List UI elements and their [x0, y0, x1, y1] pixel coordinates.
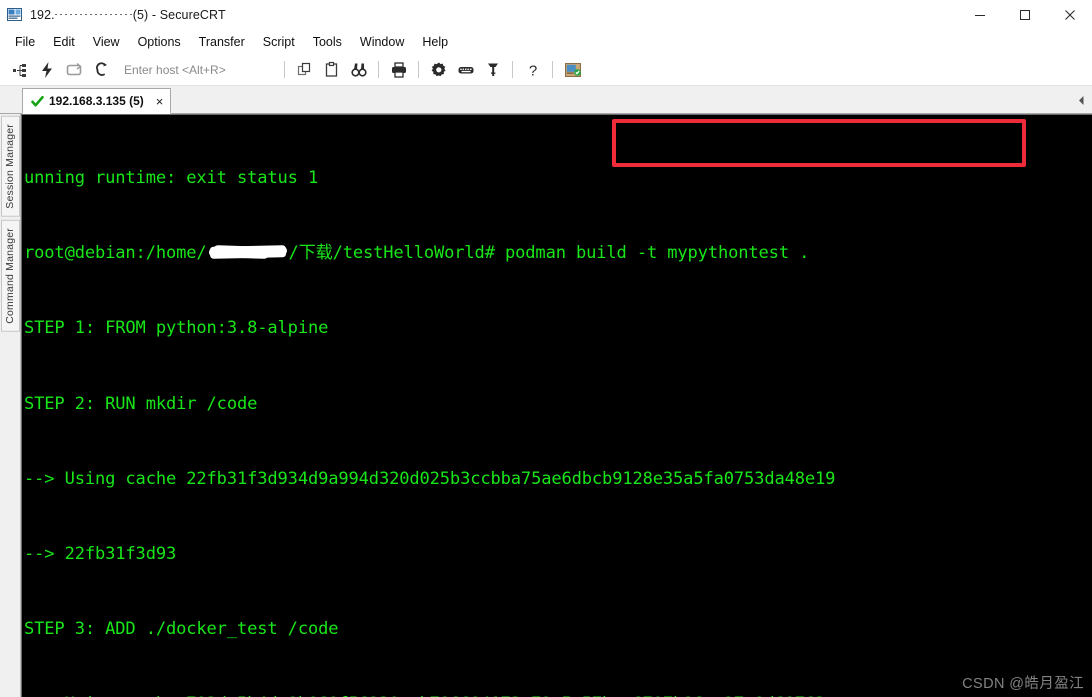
- menu-item-script[interactable]: Script: [254, 32, 304, 52]
- window-title: 192. (5) - SecureCRT: [30, 8, 226, 22]
- menu-item-transfer[interactable]: Transfer: [190, 32, 254, 52]
- reconnect-icon[interactable]: [61, 57, 86, 82]
- tab-close-icon[interactable]: ×: [156, 95, 164, 108]
- menu-item-edit[interactable]: Edit: [44, 32, 84, 52]
- terminal-line: STEP 2: RUN mkdir /code: [24, 393, 258, 414]
- disconnect-icon[interactable]: [88, 57, 113, 82]
- new-session-icon[interactable]: [7, 57, 32, 82]
- vertical-sidebar: Session Manager Command Manager: [0, 114, 21, 697]
- toolbar-separator-5: [552, 61, 553, 78]
- terminal-pane[interactable]: unning runtime: exit status 1 root@debia…: [21, 114, 1092, 697]
- menu-item-tools[interactable]: Tools: [304, 32, 351, 52]
- find-icon[interactable]: [346, 57, 371, 82]
- securecrt-icon: [7, 7, 23, 23]
- terminal-line: --> Using cache 22fb31f3d934d9a994d320d0…: [24, 468, 836, 489]
- terminal-line: STEP 1: FROM python:3.8-alpine: [24, 318, 329, 339]
- settings-gear-icon[interactable]: [426, 57, 451, 82]
- session-options-icon[interactable]: [560, 57, 585, 82]
- tab-192-168-3-135[interactable]: 192.168.3.135 (5) ×: [22, 88, 172, 114]
- prompt-user-path: root@debian:/home/: [24, 243, 207, 264]
- sidebar-item-session-manager[interactable]: Session Manager: [1, 116, 20, 217]
- tab-label: 192.168.3.135 (5): [49, 94, 144, 108]
- host-input[interactable]: Enter host <Alt+R>: [120, 60, 278, 80]
- window-title-prefix: 192.: [30, 8, 55, 22]
- window-controls: [957, 0, 1092, 30]
- connected-check-icon: [31, 95, 44, 108]
- main-body: Session Manager Command Manager unning r…: [0, 114, 1092, 697]
- username-redacted: [207, 245, 289, 260]
- window-title-suffix: (5) - SecureCRT: [132, 8, 226, 22]
- menu-item-window[interactable]: Window: [351, 32, 413, 52]
- svg-text:?: ?: [528, 62, 536, 79]
- terminal-prompt-line: root@debian:/home/ /下载/testHelloWorld# po…: [24, 241, 1092, 266]
- maximize-button[interactable]: [1002, 0, 1047, 30]
- close-button[interactable]: [1047, 0, 1092, 30]
- paste-icon[interactable]: [319, 57, 344, 82]
- toolbar-separator-3: [418, 61, 419, 78]
- key-icon[interactable]: [480, 57, 505, 82]
- terminal-line: --> 22fb31f3d93: [24, 543, 177, 564]
- menu-item-file[interactable]: File: [6, 32, 44, 52]
- toolbar-separator-4: [512, 61, 513, 78]
- sidebar-item-command-manager[interactable]: Command Manager: [1, 219, 20, 332]
- quick-connect-icon[interactable]: [34, 57, 59, 82]
- toolbar-separator-1: [284, 61, 285, 78]
- keyboard-icon[interactable]: [453, 57, 478, 82]
- toolbar-separator-2: [378, 61, 379, 78]
- scroll-tabs-left-icon[interactable]: [1070, 87, 1092, 113]
- securecrt-window: 192. (5) - SecureCRT File Edit View Optio…: [0, 0, 1092, 697]
- print-icon[interactable]: [386, 57, 411, 82]
- highlighted-command: podman build -t mypythontest .: [505, 243, 810, 264]
- title-bar: 192. (5) - SecureCRT: [0, 0, 1092, 30]
- toolbar: Enter host <Alt+R> ?: [0, 54, 1092, 86]
- window-title-redacted: [54, 8, 133, 21]
- menu-item-view[interactable]: View: [84, 32, 129, 52]
- terminal-line: STEP 3: ADD ./docker_test /code: [24, 618, 339, 639]
- terminal-line: --> Using cache 793da5b4de8b068f56230ccb…: [24, 692, 1092, 697]
- terminal-line: unning runtime: exit status 1: [24, 168, 319, 189]
- tab-bar: 192.168.3.135 (5) ×: [0, 86, 1092, 114]
- copy-icon[interactable]: [292, 57, 317, 82]
- terminal-output: unning runtime: exit status 1 root@debia…: [22, 115, 1092, 697]
- minimize-button[interactable]: [957, 0, 1002, 30]
- tab-bar-gutter: [0, 86, 22, 113]
- csdn-watermark: CSDN @皓月盈江: [962, 676, 1084, 692]
- menu-item-help[interactable]: Help: [413, 32, 457, 52]
- menu-item-options[interactable]: Options: [129, 32, 190, 52]
- menu-bar: File Edit View Options Transfer Script T…: [0, 30, 1092, 54]
- help-icon[interactable]: ?: [520, 57, 545, 82]
- prompt-path-tail: /下载/testHelloWorld#: [288, 243, 495, 264]
